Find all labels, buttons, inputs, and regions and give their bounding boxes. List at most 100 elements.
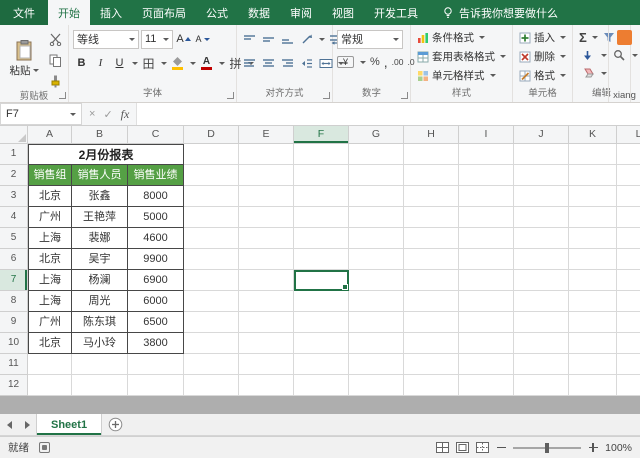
paste-button[interactable]: 粘贴 <box>4 28 44 90</box>
cell-C8[interactable]: 6000 <box>128 291 184 312</box>
cell-B2[interactable]: 销售人员 <box>72 165 128 186</box>
column-header-G[interactable]: G <box>349 126 404 143</box>
row-header-2[interactable]: 2 <box>0 165 28 186</box>
cell-G12[interactable] <box>349 375 404 396</box>
font-name-select[interactable]: 等线 <box>73 30 139 49</box>
cell-B7[interactable]: 杨澜 <box>72 270 128 291</box>
dialog-launcher-icon[interactable] <box>401 92 408 99</box>
row-header-7[interactable]: 7 <box>0 270 28 291</box>
cell-A1-report-title[interactable]: 2月份报表 <box>28 144 184 165</box>
cell-A5[interactable]: 上海 <box>28 228 72 249</box>
cell-F11[interactable] <box>294 354 349 375</box>
column-header-K[interactable]: K <box>569 126 617 143</box>
zoom-slider-thumb[interactable] <box>545 443 549 453</box>
cell-G9[interactable] <box>349 312 404 333</box>
column-header-I[interactable]: I <box>459 126 514 143</box>
cell-I11[interactable] <box>459 354 514 375</box>
name-box[interactable]: F7 <box>0 103 82 125</box>
zoom-slider[interactable] <box>513 447 581 449</box>
cell-I1[interactable] <box>459 144 514 165</box>
page-break-view-icon[interactable] <box>476 442 489 453</box>
cell-B3[interactable]: 张鑫 <box>72 186 128 207</box>
cell-K10[interactable] <box>569 333 617 354</box>
cell-F3[interactable] <box>294 186 349 207</box>
cell-I3[interactable] <box>459 186 514 207</box>
cell-A3[interactable]: 北京 <box>28 186 72 207</box>
cell-D7[interactable] <box>184 270 239 291</box>
align-left-icon[interactable] <box>241 55 258 72</box>
cell-C3[interactable]: 8000 <box>128 186 184 207</box>
column-header-A[interactable]: A <box>28 126 72 143</box>
cell-L7[interactable] <box>617 270 640 291</box>
cell-A11[interactable] <box>28 354 72 375</box>
cell-G7[interactable] <box>349 270 404 291</box>
cell-J3[interactable] <box>514 186 569 207</box>
borders-icon[interactable]: 田 <box>140 55 157 72</box>
cell-D9[interactable] <box>184 312 239 333</box>
font-size-select[interactable]: 11 <box>141 30 173 49</box>
cell-D4[interactable] <box>184 207 239 228</box>
select-all-corner[interactable] <box>0 126 28 143</box>
column-header-L[interactable]: L <box>617 126 640 143</box>
fill-color-icon[interactable] <box>169 55 186 72</box>
enter-icon[interactable]: ✓ <box>103 108 112 121</box>
cell-A2[interactable]: 销售组 <box>28 165 72 186</box>
cell-E4[interactable] <box>239 207 294 228</box>
zoom-out-button[interactable] <box>496 443 506 453</box>
cell-I10[interactable] <box>459 333 514 354</box>
cell-B6[interactable]: 吴宇 <box>72 249 128 270</box>
formula-input[interactable] <box>137 103 640 125</box>
row-header-1[interactable]: 1 <box>0 144 28 165</box>
cell-K12[interactable] <box>569 375 617 396</box>
cell-H5[interactable] <box>404 228 459 249</box>
cell-L8[interactable] <box>617 291 640 312</box>
delete-cells-button[interactable]: 删除 <box>517 47 568 66</box>
format-cells-button[interactable]: 格式 <box>517 66 568 85</box>
cell-L6[interactable] <box>617 249 640 270</box>
column-header-C[interactable]: C <box>128 126 184 143</box>
cancel-icon[interactable]: × <box>89 108 95 120</box>
row-header-10[interactable]: 10 <box>0 333 28 354</box>
cell-G2[interactable] <box>349 165 404 186</box>
row-header-6[interactable]: 6 <box>0 249 28 270</box>
cell-H8[interactable] <box>404 291 459 312</box>
clear-icon[interactable] <box>579 65 596 82</box>
accounting-format-icon[interactable]: ¥ <box>337 56 354 68</box>
row-header-9[interactable]: 9 <box>0 312 28 333</box>
cell-J11[interactable] <box>514 354 569 375</box>
cell-D3[interactable] <box>184 186 239 207</box>
add-sheet-button[interactable] <box>102 414 128 435</box>
normal-view-icon[interactable] <box>436 442 449 453</box>
cell-E11[interactable] <box>239 354 294 375</box>
cell-E12[interactable] <box>239 375 294 396</box>
cell-C11[interactable] <box>128 354 184 375</box>
cell-J7[interactable] <box>514 270 569 291</box>
cell-G1[interactable] <box>349 144 404 165</box>
column-header-F[interactable]: F <box>294 126 349 143</box>
cell-F5[interactable] <box>294 228 349 249</box>
cell-K3[interactable] <box>569 186 617 207</box>
copy-icon[interactable] <box>47 52 64 69</box>
cell-E3[interactable] <box>239 186 294 207</box>
cell-D12[interactable] <box>184 375 239 396</box>
cell-F10[interactable] <box>294 333 349 354</box>
cell-G5[interactable] <box>349 228 404 249</box>
tab-file[interactable]: 文件 <box>0 0 48 25</box>
tab-review[interactable]: 审阅 <box>280 0 322 25</box>
page-layout-view-icon[interactable] <box>456 442 469 453</box>
row-header-12[interactable]: 12 <box>0 375 28 396</box>
column-header-D[interactable]: D <box>184 126 239 143</box>
cell-H7[interactable] <box>404 270 459 291</box>
cell-B4[interactable]: 王艳萍 <box>72 207 128 228</box>
align-right-icon[interactable] <box>279 55 296 72</box>
row-header-3[interactable]: 3 <box>0 186 28 207</box>
cell-A7[interactable]: 上海 <box>28 270 72 291</box>
cell-K1[interactable] <box>569 144 617 165</box>
cell-F8[interactable] <box>294 291 349 312</box>
cell-L2[interactable] <box>617 165 640 186</box>
percent-style-icon[interactable]: % <box>370 56 380 68</box>
cell-J10[interactable] <box>514 333 569 354</box>
cell-I8[interactable] <box>459 291 514 312</box>
cell-B9[interactable]: 陈东琪 <box>72 312 128 333</box>
decrease-font-size-icon[interactable]: A <box>194 31 211 48</box>
